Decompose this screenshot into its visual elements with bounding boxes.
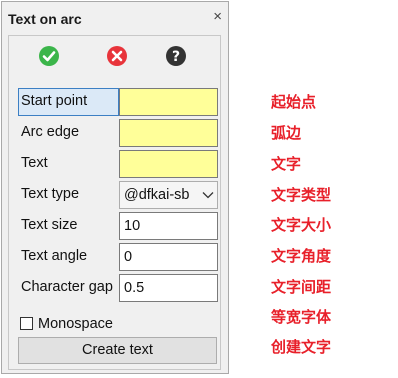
text-type-value: @dfkai-sb xyxy=(124,187,190,203)
text-angle-label: Text angle xyxy=(21,248,88,264)
start-point-label[interactable]: Start point xyxy=(18,88,119,116)
text-type-row: Text type @dfkai-sb xyxy=(18,181,218,209)
arc-edge-label: Arc edge xyxy=(21,124,80,140)
character-gap-label: Character gap xyxy=(21,279,113,295)
monospace-checkbox[interactable] xyxy=(20,317,33,330)
annotation-text: 文字 xyxy=(271,155,302,173)
text-on-arc-panel: Text on arc × ? Start point Arc edge Tex… xyxy=(1,1,229,374)
panel-content: ? Start point Arc edge Text Text type @d… xyxy=(8,35,221,370)
start-point-row: Start point xyxy=(18,88,218,116)
annotation-text-size: 文字大小 xyxy=(271,216,332,234)
text-size-label: Text size xyxy=(21,217,78,233)
annotation-character-gap: 文字间距 xyxy=(271,278,332,296)
character-gap-field[interactable]: 0.5 xyxy=(119,274,218,302)
text-field[interactable] xyxy=(119,150,218,178)
close-icon[interactable]: × xyxy=(213,9,222,25)
annotation-create-text: 创建文字 xyxy=(271,338,332,356)
text-size-field[interactable]: 10 xyxy=(119,212,218,240)
annotation-arc-edge: 弧边 xyxy=(271,124,302,142)
panel-titlebar: Text on arc × xyxy=(2,2,228,34)
text-angle-field[interactable]: 0 xyxy=(119,243,218,271)
text-type-label: Text type xyxy=(21,186,80,202)
arc-edge-row: Arc edge xyxy=(18,119,218,147)
annotation-start-point: 起始点 xyxy=(271,93,317,111)
panel-title: Text on arc xyxy=(8,11,82,27)
monospace-label[interactable]: Monospace xyxy=(38,314,120,334)
create-text-button[interactable]: Create text xyxy=(18,337,217,364)
annotation-text-type: 文字类型 xyxy=(271,186,332,204)
text-size-row: Text size 10 xyxy=(18,212,218,240)
text-row: Text xyxy=(18,150,218,178)
annotation-text-angle: 文字角度 xyxy=(271,247,332,265)
text-label: Text xyxy=(21,155,48,171)
text-type-select[interactable]: @dfkai-sb xyxy=(119,181,218,209)
svg-text:?: ? xyxy=(172,49,180,65)
monospace-row: Monospace xyxy=(20,314,130,334)
text-angle-row: Text angle 0 xyxy=(18,243,218,271)
annotation-monospace: 等宽字体 xyxy=(271,308,332,326)
help-question-icon[interactable]: ? xyxy=(165,45,187,67)
start-point-field[interactable] xyxy=(119,88,218,116)
ok-check-icon[interactable] xyxy=(38,45,60,67)
arc-edge-field[interactable] xyxy=(119,119,218,147)
cancel-x-icon[interactable] xyxy=(106,45,128,67)
chevron-down-icon xyxy=(202,192,214,199)
character-gap-row: Character gap 0.5 xyxy=(18,274,218,302)
